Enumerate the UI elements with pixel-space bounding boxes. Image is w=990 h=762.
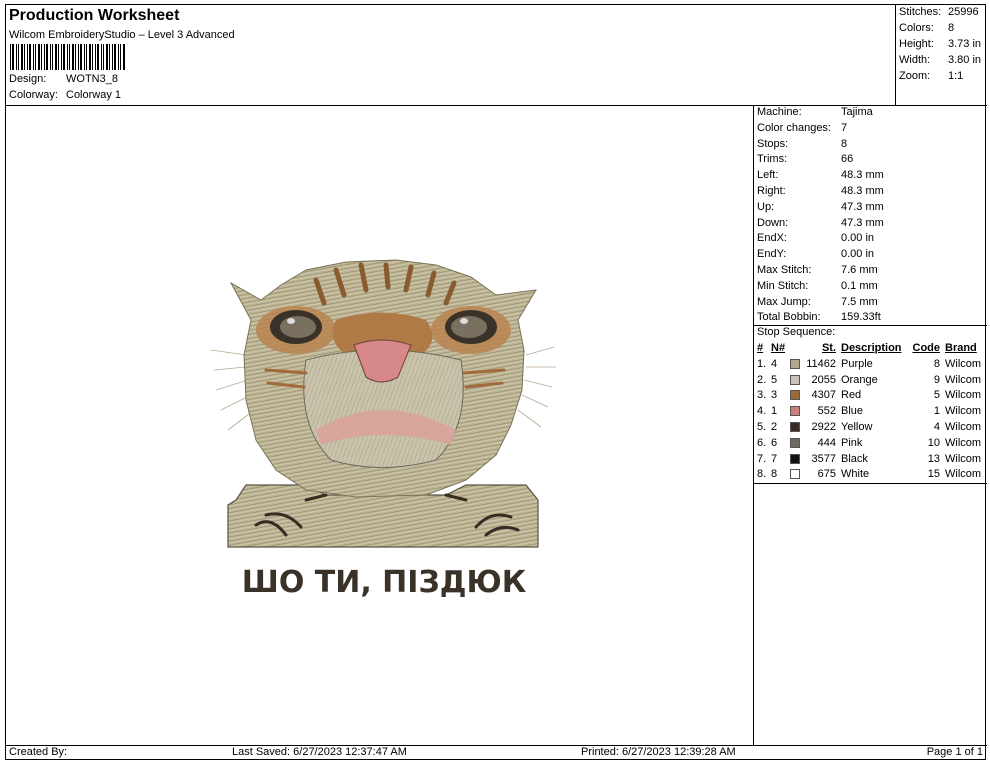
color-swatch bbox=[790, 469, 800, 480]
embroidery-preview: ШО ТИ, ПІЗДЮК bbox=[210, 259, 556, 600]
table-row: 5. 2 2922 Yellow 4 Wilcom bbox=[757, 420, 982, 433]
machine-info-row: Down: 47.3 mm bbox=[757, 216, 884, 229]
design-label: Design: bbox=[9, 73, 47, 85]
machine-info-row: Right: 48.3 mm bbox=[757, 185, 884, 197]
colorway-row: Colorway: Colorway 1 bbox=[9, 89, 121, 101]
color-swatch bbox=[790, 374, 800, 385]
stop-sequence-bottom bbox=[754, 483, 987, 484]
colorway-value: Colorway 1 bbox=[66, 89, 122, 101]
machine-info-row: Total Bobbin: 159.33ft bbox=[757, 311, 881, 324]
machine-info-row: Max Jump: 7.5 mm bbox=[757, 295, 878, 308]
software-name: Wilcom EmbroideryStudio – Level 3 Advanc… bbox=[9, 29, 235, 41]
machine-info-row: Stops: 8 bbox=[757, 137, 848, 150]
stat-zoom: Zoom: 1:1 bbox=[899, 70, 964, 82]
machine-info-panel: Machine: Tajima Color changes: 7 Stops: 8 Trim… bbox=[754, 105, 987, 484]
machine-info-row: Trims: 66 bbox=[757, 153, 854, 166]
color-swatch bbox=[790, 437, 800, 448]
footer: Created By: Last Saved: 6/27/2023 12:37:… bbox=[6, 745, 987, 761]
design-value: WOTN3_8 bbox=[66, 73, 118, 85]
table-row: 1. 4 11462 Purple 8 Wilcom bbox=[757, 357, 982, 370]
stat-stitches: Stitches: 25996 bbox=[899, 6, 979, 18]
machine-info-row: Machine: Tajima bbox=[757, 106, 873, 118]
design-row: Design: WOTN3_8 bbox=[9, 73, 118, 85]
machine-info-row: EndY: 0.00 in bbox=[757, 248, 875, 261]
colorway-label: Colorway: bbox=[9, 89, 58, 101]
table-row: 6. 6 444 Pink 10 Wilcom bbox=[757, 436, 982, 449]
color-swatch bbox=[790, 406, 800, 417]
barcode-icon bbox=[10, 44, 125, 70]
worksheet-frame: Production Worksheet Wilcom EmbroiderySt… bbox=[5, 4, 987, 761]
created-by: Created By: bbox=[9, 746, 68, 758]
page-number: Page 1 of 1 bbox=[926, 746, 983, 758]
stop-sequence-table: # N# St. Description Code Brand 1. 4 11462… bbox=[754, 341, 987, 483]
machine-info-row: Max Stitch: 7.6 mm bbox=[757, 264, 878, 276]
stat-colors: Colors: 8 bbox=[899, 22, 955, 34]
table-row: 4. 1 552 Blue 1 Wilcom bbox=[757, 405, 982, 418]
machine-info-row: Up: 47.3 mm bbox=[757, 200, 884, 213]
worksheet-header: Production Worksheet Wilcom EmbroiderySt… bbox=[6, 5, 895, 105]
page-title: Production Worksheet bbox=[9, 7, 180, 24]
table-row: 2. 5 2055 Orange 9 Wilcom bbox=[757, 373, 982, 386]
machine-info-row: Left: 48.3 mm bbox=[757, 169, 884, 182]
color-swatch bbox=[790, 390, 800, 401]
stop-sequence-title: Stop Sequence: bbox=[757, 326, 836, 338]
color-swatch bbox=[790, 358, 800, 369]
stat-height: Height: 3.73 in bbox=[899, 38, 982, 50]
stats-box: Stitches: 25996 Colors: 8 Height: 3.73 in W… bbox=[895, 5, 987, 105]
last-saved: Last Saved: 6/27/2023 12:37:47 AM bbox=[232, 746, 407, 758]
table-row: 8. 8 675 White 15 Wilcom bbox=[757, 468, 982, 481]
table-row: 3. 3 4307 Red 5 Wilcom bbox=[757, 389, 982, 402]
machine-info-row: Color changes: 7 bbox=[757, 121, 848, 134]
color-swatch bbox=[790, 453, 800, 464]
printed-date: Printed: 6/27/2023 12:39:28 AM bbox=[581, 746, 736, 758]
machine-info-row: EndX: 0.00 in bbox=[757, 232, 875, 245]
stat-width: Width: 3.80 in bbox=[899, 54, 982, 66]
table-row: 7. 7 3577 Black 13 Wilcom bbox=[757, 452, 982, 465]
table-header: # N# St. Description Code Brand bbox=[757, 342, 977, 354]
machine-info-row: Min Stitch: 0.1 mm bbox=[757, 279, 878, 292]
design-caption: ШО ТИ, ПІЗДЮК bbox=[242, 565, 527, 600]
color-swatch bbox=[790, 421, 800, 432]
